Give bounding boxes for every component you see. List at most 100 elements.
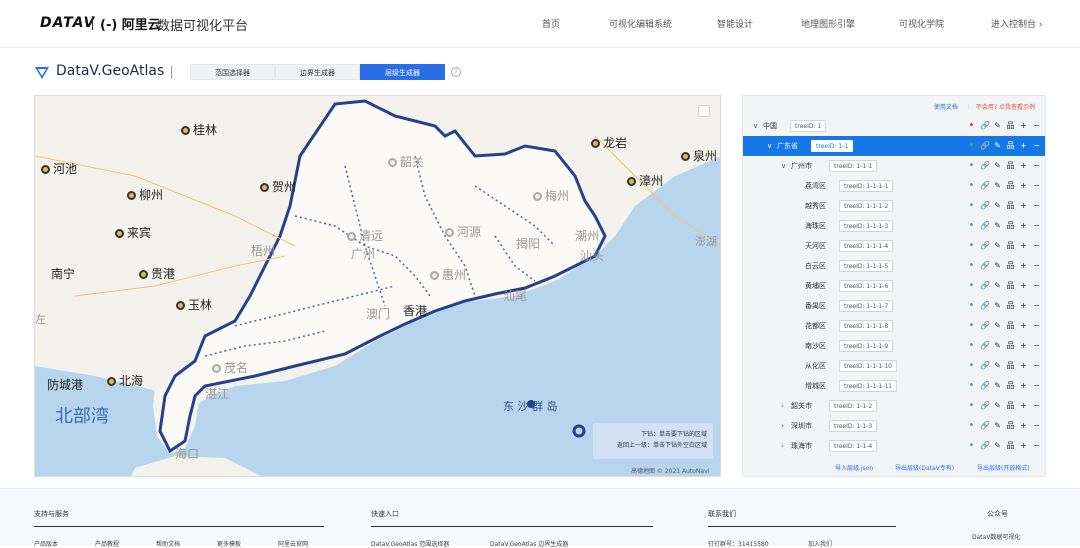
city-label-longyan[interactable]: 龙岩 — [591, 134, 627, 151]
edit-icon[interactable]: ✎ — [993, 396, 1002, 416]
add-icon[interactable]: + — [1019, 276, 1028, 296]
tree-row[interactable]: › 韶关市 treeID: 1-1-2 • 🔗 ✎ 品 + − — [743, 396, 1045, 416]
city-label-maoming[interactable]: 茂名 — [212, 359, 248, 376]
tab-hierarchy-generator[interactable]: 层级生成器 — [360, 64, 445, 80]
remove-icon[interactable]: − — [1032, 336, 1041, 356]
nav-geo-engine[interactable]: 地理图形引擎 — [801, 17, 855, 30]
hierarchy-icon[interactable]: 品 — [1006, 296, 1015, 316]
link-icon[interactable]: 🔗 — [980, 396, 990, 416]
edit-icon[interactable]: ✎ — [993, 276, 1002, 296]
hierarchy-icon[interactable]: 品 — [1006, 376, 1015, 396]
remove-icon[interactable]: − — [1032, 276, 1041, 296]
city-label-shantou[interactable]: 汕头 — [580, 247, 604, 264]
add-icon[interactable]: + — [1019, 296, 1028, 316]
city-label-quanzhou[interactable]: 泉州 — [681, 147, 717, 164]
city-label-hezhou[interactable]: 贺州 — [260, 178, 296, 195]
edit-icon[interactable]: ✎ — [993, 316, 1002, 336]
city-label-meizhou[interactable]: 梅州 — [533, 187, 569, 204]
city-label-yulin[interactable]: 玉林 — [176, 296, 212, 313]
city-label-jieyang[interactable]: 揭阳 — [516, 235, 540, 252]
tree-row[interactable]: 白云区 treeID: 1-1-1-5 • 🔗 ✎ 品 + − — [743, 256, 1045, 276]
add-icon[interactable]: + — [1019, 116, 1028, 136]
add-icon[interactable]: + — [1019, 256, 1028, 276]
remove-icon[interactable]: − — [1032, 196, 1041, 216]
add-icon[interactable]: + — [1019, 156, 1028, 176]
hierarchy-icon[interactable]: 品 — [1006, 256, 1015, 276]
remove-icon[interactable]: − — [1032, 156, 1041, 176]
hierarchy-icon[interactable]: 品 — [1006, 396, 1015, 416]
edit-icon[interactable]: ✎ — [993, 416, 1002, 436]
city-label-guigang[interactable]: 贵港 — [139, 265, 175, 282]
footer-link-join[interactable]: 加入我们 — [808, 539, 832, 548]
footer-link-version[interactable]: 产品版本 — [34, 539, 58, 548]
tree-row[interactable]: 天河区 treeID: 1-1-1-4 • 🔗 ✎ 品 + − — [743, 236, 1045, 256]
remove-icon[interactable]: − — [1032, 216, 1041, 236]
edit-icon[interactable]: ✎ — [993, 196, 1002, 216]
remove-icon[interactable]: − — [1032, 236, 1041, 256]
city-label-laibin[interactable]: 来宾 — [115, 224, 151, 241]
edit-icon[interactable]: ✎ — [993, 296, 1002, 316]
edit-icon[interactable]: ✎ — [993, 176, 1002, 196]
edit-icon[interactable]: ✎ — [993, 336, 1002, 356]
city-label-aomen[interactable]: 澳门 — [366, 305, 390, 322]
footer-link-templates[interactable]: 更多模板 — [217, 539, 241, 548]
tree-row[interactable]: 海珠区 treeID: 1-1-1-3 • 🔗 ✎ 品 + − — [743, 216, 1045, 236]
link-icon[interactable]: 🔗 — [980, 356, 990, 376]
city-label-qingyuan[interactable]: 清远 — [347, 227, 383, 244]
hierarchy-icon[interactable]: 品 — [1006, 176, 1015, 196]
tree-row[interactable]: 番禺区 treeID: 1-1-1-7 • 🔗 ✎ 品 + − — [743, 296, 1045, 316]
aliyun-logo[interactable]: (-) 阿里云 — [100, 14, 161, 33]
link-icon[interactable]: 🔗 — [980, 176, 990, 196]
add-icon[interactable]: + — [1019, 336, 1028, 356]
remove-icon[interactable]: − — [1032, 136, 1041, 156]
map-canvas[interactable]: 桂林 韶关 龙岩 泉州 河池 柳州 贺州 梅州 漳州 来宾 清远 河源 潮州 澎… — [34, 95, 721, 477]
help-icon[interactable]: ? — [451, 67, 461, 77]
tree-row[interactable]: ∨ 中国 treeID: 1 • 🔗 ✎ 品 + − — [743, 116, 1045, 136]
add-icon[interactable]: + — [1019, 176, 1028, 196]
edit-icon[interactable]: ✎ — [993, 116, 1002, 136]
docs-link[interactable]: 使用文档 — [934, 104, 958, 111]
tree-row[interactable]: ∨ 广东省 treeID: 1-1 • 🔗 ✎ 品 + − — [743, 136, 1045, 156]
tree-row[interactable]: › 深圳市 treeID: 1-1-3 • 🔗 ✎ 品 + − — [743, 416, 1045, 436]
tree-row[interactable]: 从化区 treeID: 1-1-1-10 • 🔗 ✎ 品 + − — [743, 356, 1045, 376]
remove-icon[interactable]: − — [1032, 376, 1041, 396]
city-label-qinzhou[interactable]: 左 — [35, 311, 46, 327]
datav-logo[interactable]: DATAV — [40, 15, 95, 31]
hierarchy-icon[interactable]: 品 — [1006, 216, 1015, 236]
link-icon[interactable]: 🔗 — [980, 276, 990, 296]
add-icon[interactable]: + — [1019, 236, 1028, 256]
hierarchy-icon[interactable]: 品 — [1006, 116, 1015, 136]
locate-icon[interactable] — [698, 105, 710, 117]
hierarchy-icon[interactable]: 品 — [1006, 196, 1015, 216]
chevron-right-icon[interactable]: › — [781, 436, 784, 456]
remove-icon[interactable]: − — [1032, 316, 1041, 336]
tab-boundary-generator[interactable]: 边界生成器 — [275, 64, 360, 80]
city-label-beihai[interactable]: 北海 — [107, 372, 143, 389]
hierarchy-icon[interactable]: 品 — [1006, 356, 1015, 376]
chevron-right-icon[interactable]: › — [781, 416, 784, 436]
add-icon[interactable]: + — [1019, 396, 1028, 416]
footer-link-tutorial[interactable]: 产品教程 — [95, 539, 119, 548]
city-label-liuzhou[interactable]: 柳州 — [127, 186, 163, 203]
link-icon[interactable]: 🔗 — [980, 216, 990, 236]
edit-icon[interactable]: ✎ — [993, 236, 1002, 256]
city-label-chaozhou[interactable]: 潮州 — [575, 227, 599, 244]
example-link[interactable]: 不会用? 点我查看示例 — [976, 104, 1035, 111]
tree-row[interactable]: ∨ 广州市 treeID: 1-1-1 • 🔗 ✎ 品 + − — [743, 156, 1045, 176]
chevron-down-icon[interactable]: ∨ — [781, 156, 786, 176]
nav-home[interactable]: 首页 — [542, 17, 560, 30]
footer-link-docs[interactable]: 帮助文档 — [156, 539, 180, 548]
add-icon[interactable]: + — [1019, 136, 1028, 156]
add-icon[interactable]: + — [1019, 316, 1028, 336]
nav-smart-design[interactable]: 智能设计 — [717, 17, 753, 30]
hierarchy-icon[interactable]: 品 — [1006, 276, 1015, 296]
city-label-hechi[interactable]: 河池 — [41, 160, 77, 177]
city-label-guilin[interactable]: 桂林 — [181, 121, 217, 138]
city-label-nanning[interactable]: 南宁 — [51, 265, 75, 282]
edit-icon[interactable]: ✎ — [993, 136, 1002, 156]
tree-row[interactable]: 增城区 treeID: 1-1-1-11 • 🔗 ✎ 品 + − — [743, 376, 1045, 396]
link-icon[interactable]: 🔗 — [980, 236, 990, 256]
city-label-shanwei[interactable]: 汕尾 — [503, 287, 527, 304]
hierarchy-icon[interactable]: 品 — [1006, 336, 1015, 356]
remove-icon[interactable]: − — [1032, 296, 1041, 316]
